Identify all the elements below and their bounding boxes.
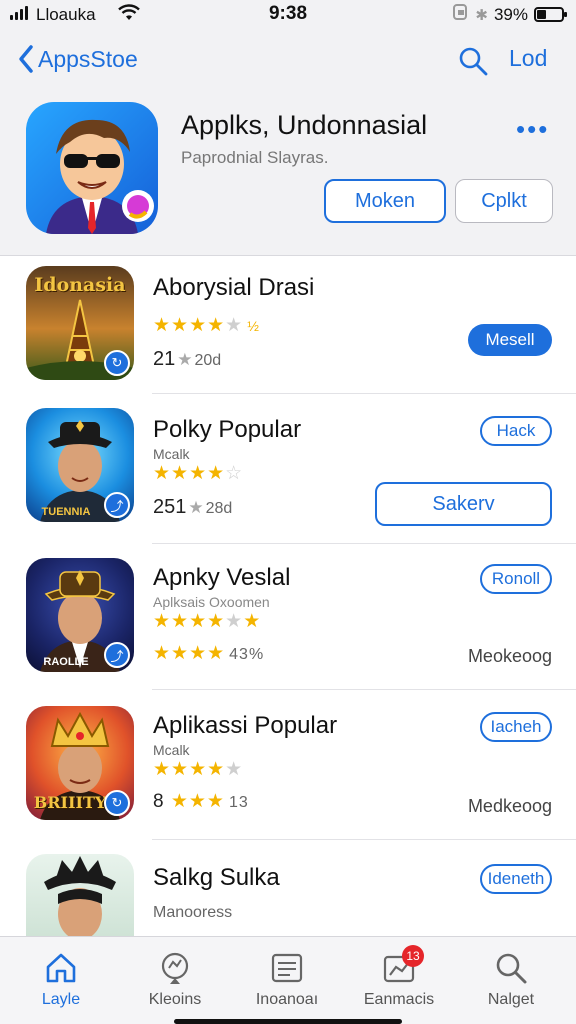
location-icon — [161, 952, 189, 984]
news-icon — [271, 953, 303, 983]
rating-stars: ★★★★☆ — [153, 463, 244, 484]
tab-label: Nalget — [487, 991, 535, 1008]
tab-news[interactable]: Inoanoaı — [232, 947, 342, 1009]
bluetooth-icon: ✱ — [475, 6, 488, 24]
list-item-subtitle: Mcalk — [153, 742, 190, 758]
refresh-badge-icon: ↻ — [104, 790, 130, 816]
tag-button[interactable]: Hack — [480, 416, 552, 446]
list-item-subtitle: Manooress — [153, 904, 233, 921]
list-item[interactable]: TUENNIA ⤴ Polky Popular Mcalk ★★★★☆ 251 ★… — [0, 394, 576, 544]
app-thumbnail: Idonasia ↻ — [26, 266, 134, 380]
search-icon — [496, 953, 527, 984]
tag-button[interactable]: Ideneth — [480, 864, 552, 894]
rating-stars: ★★★★★ — [153, 759, 244, 780]
status-bar: Lloauka 9:38 ✱ 39% — [0, 0, 576, 30]
thumbnail-text: TUENNIA — [41, 506, 91, 518]
home-icon — [46, 953, 76, 983]
back-button[interactable]: AppsStoe — [18, 44, 138, 74]
tag-button[interactable]: Iacheh — [480, 712, 552, 742]
battery-percent: 39% — [493, 4, 528, 24]
rotation-lock-icon — [451, 3, 469, 26]
tab-label: Kleoins — [148, 991, 202, 1008]
list-item-title: Apnky Veslal — [153, 564, 291, 591]
rating-stars: ★★★★★ ½ — [153, 315, 260, 336]
app-subtitle: Paprodnial Slayras. — [181, 148, 329, 167]
app-icon — [26, 102, 158, 234]
rating-count: 251 ★ 28d — [153, 496, 233, 518]
list-item[interactable]: BRIIITY ↻ Aplikassi Popular Mcalk ★★★★★ … — [0, 690, 576, 840]
list-item-subtitle: Aplksais Oxoomen — [153, 594, 270, 610]
list-item-meta: Meokeoog — [467, 646, 552, 666]
tab-discover[interactable]: Kleoins — [120, 947, 230, 1009]
app-title: Applks, Undonnasial — [181, 110, 428, 140]
tab-label: Layle — [41, 991, 81, 1008]
rating-stars-secondary: 8 ★★★ 13 — [153, 791, 249, 812]
more-options-button[interactable]: ••• — [516, 114, 549, 145]
tab-bar: Layle Kleoins Inoanoaı 13 Eanmacis Nalge… — [0, 936, 576, 1024]
tag-button[interactable]: Ronoll — [480, 564, 552, 594]
notification-badge: 13 — [402, 945, 424, 967]
list-item-title: Salkg Sulka — [153, 864, 280, 891]
list-item[interactable]: Salkg Sulka Manooress Ideneth — [0, 840, 576, 936]
search-button[interactable] — [458, 46, 488, 81]
list-item[interactable]: Idonasia ↻ Aborysial Drasi ★★★★★ ½ 21 ★ 20d… — [0, 256, 576, 394]
list-item-meta: Medkeoog — [467, 796, 552, 816]
app-thumbnail: BRIIITY ↻ — [26, 706, 134, 820]
share-badge-icon: ⤴ — [104, 492, 130, 518]
list-item-subtitle: Mcalk — [153, 446, 190, 462]
app-header: AppsStoe Lod Applks, Undonnasial Paprodn… — [0, 30, 576, 256]
app-thumbnail: TUENNIA ⤴ — [26, 408, 134, 522]
rating-stars-secondary: ★★★★ 43% — [153, 643, 265, 664]
search-icon — [459, 47, 488, 76]
home-indicator — [174, 1019, 402, 1024]
list-item[interactable]: RAOLLE ⤴ Apnky Veslal Aplksais Oxoomen ★… — [0, 544, 576, 690]
chevron-left-icon — [19, 45, 33, 73]
back-label: AppsStoe — [38, 45, 138, 72]
get-button[interactable]: Mesell — [468, 324, 552, 356]
list-item-title: Polky Popular — [153, 416, 302, 443]
secondary-action-button[interactable]: Cplkt — [455, 179, 553, 223]
tab-search[interactable]: Nalget — [456, 947, 566, 1009]
edit-button[interactable]: Lod — [509, 45, 547, 72]
app-thumbnail: RAOLLE ⤴ — [26, 558, 134, 672]
app-thumbnail — [26, 854, 134, 936]
list-item-title: Aplikassi Popular — [153, 712, 338, 739]
tab-updates[interactable]: 13 Eanmacis — [344, 945, 454, 1009]
tab-label: Inoanoaı — [255, 991, 319, 1008]
refresh-badge-icon: ↻ — [104, 350, 130, 376]
tab-label: Eanmacis — [363, 991, 435, 1008]
get-button[interactable]: Sakerv — [375, 482, 552, 526]
rating-count: 21 ★ 20d — [153, 348, 222, 370]
rating-stars: ★★★★★★ — [153, 611, 262, 632]
tab-home[interactable]: Layle — [6, 947, 116, 1009]
thumbnail-text: Idonasia — [34, 274, 126, 296]
list-item-title: Aborysial Drasi — [153, 274, 315, 301]
share-badge-icon: ⤴ — [104, 642, 130, 668]
thumbnail-text: BRIIITY — [33, 793, 107, 812]
thumbnail-text: RAOLLE — [43, 656, 89, 668]
primary-action-button[interactable]: Moken — [324, 179, 446, 223]
battery-icon — [534, 7, 567, 22]
